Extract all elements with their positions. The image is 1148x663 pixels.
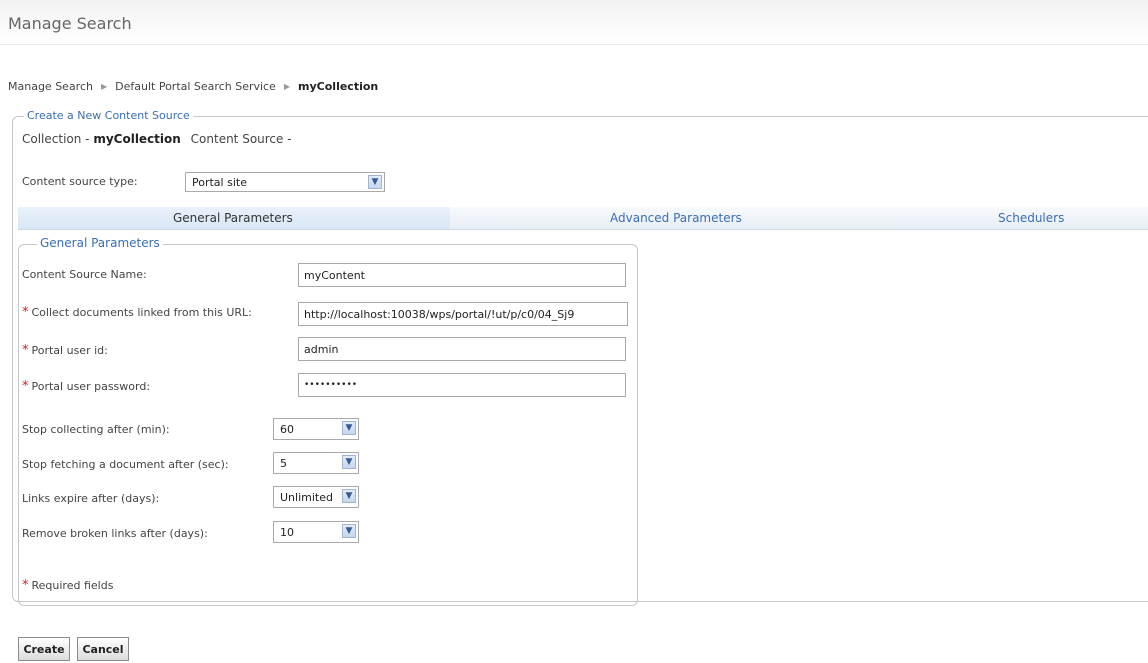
cancel-button[interactable]: Cancel [77, 637, 129, 661]
breadcrumb-item-manage-search[interactable]: Manage Search [8, 80, 93, 93]
password-input[interactable]: •••••••••• [298, 373, 626, 397]
content-source-type-value: Portal site [192, 175, 247, 189]
stop-collecting-label: Stop collecting after (min): [22, 423, 170, 436]
chevron-down-icon: ▼ [342, 455, 356, 469]
userid-label: Portal user id: [31, 344, 108, 357]
links-expire-label: Links expire after (days): [22, 492, 160, 505]
content-source-type-label: Content source type: [22, 175, 138, 188]
links-expire-select[interactable]: Unlimited ▼ [273, 486, 359, 508]
links-expire-value: Unlimited [280, 490, 333, 504]
tab-general-parameters[interactable]: General Parameters [173, 211, 293, 225]
content-source-name-label: Content Source Name: [22, 268, 147, 281]
tab-advanced-parameters[interactable]: Advanced Parameters [610, 211, 742, 225]
content-source-type-select[interactable]: Portal site ▼ [185, 172, 385, 192]
required-marker: * [22, 305, 29, 320]
url-label: Collect documents linked from this URL: [31, 306, 252, 319]
create-button[interactable]: Create [18, 637, 70, 661]
url-input[interactable]: http://localhost:10038/wps/portal/!ut/p/… [298, 302, 628, 326]
content-source-name-input[interactable]: myContent [298, 263, 626, 287]
triangle-right-icon: ▶ [283, 82, 291, 91]
chevron-down-icon: ▼ [368, 175, 382, 189]
title-bar: Manage Search [0, 0, 1148, 45]
remove-broken-value: 10 [280, 525, 294, 539]
breadcrumb-item-search-service[interactable]: Default Portal Search Service [115, 80, 276, 93]
password-label: Portal user password: [31, 380, 151, 393]
general-parameters-legend: General Parameters [37, 236, 163, 250]
stop-fetching-label: Stop fetching a document after (sec): [22, 458, 229, 471]
required-fields-note: * Required fields [22, 578, 113, 593]
required-marker: * [22, 343, 29, 358]
content-source-label: Content Source - [190, 132, 292, 146]
userid-input[interactable]: admin [298, 337, 626, 361]
password-label-wrap: * Portal user password: [22, 379, 150, 394]
tab-schedulers[interactable]: Schedulers [998, 211, 1064, 225]
chevron-down-icon: ▼ [342, 489, 356, 503]
triangle-right-icon: ▶ [100, 82, 108, 91]
chevron-down-icon: ▼ [342, 421, 356, 435]
stop-collecting-select[interactable]: 60 ▼ [273, 418, 359, 440]
create-content-source-legend: Create a New Content Source [24, 109, 193, 122]
chevron-down-icon: ▼ [342, 524, 356, 538]
stop-collecting-value: 60 [280, 422, 294, 436]
collection-label: Collection - [22, 132, 94, 146]
required-fields-text: Required fields [31, 579, 114, 592]
required-marker: * [22, 578, 29, 593]
remove-broken-select[interactable]: 10 ▼ [273, 521, 359, 543]
remove-broken-label: Remove broken links after (days): [22, 527, 208, 540]
parameter-tabs: General Parameters Advanced Parameters S… [18, 207, 1148, 230]
stop-fetching-value: 5 [280, 456, 287, 470]
collection-info: Collection - myCollection Content Source… [22, 132, 292, 146]
userid-label-wrap: * Portal user id: [22, 343, 108, 358]
required-marker: * [22, 379, 29, 394]
collection-name: myCollection [93, 132, 181, 146]
breadcrumb-item-collection: myCollection [298, 80, 379, 93]
breadcrumb: Manage Search ▶ Default Portal Search Se… [8, 80, 378, 93]
stop-fetching-select[interactable]: 5 ▼ [273, 452, 359, 474]
page-title: Manage Search [8, 14, 132, 33]
url-label-wrap: * Collect documents linked from this URL: [22, 305, 252, 320]
